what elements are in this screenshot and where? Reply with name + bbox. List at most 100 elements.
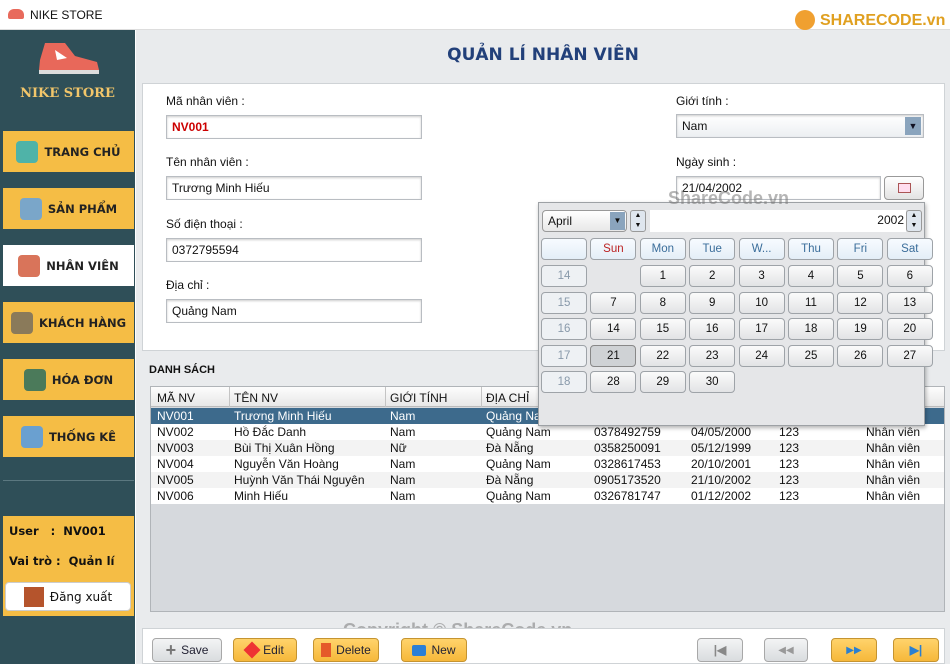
table-row[interactable]: NV005 Huỳnh Văn Thái Nguyên Nam Đà Nẵng 0905… bbox=[151, 472, 944, 488]
day-button[interactable]: 21 bbox=[590, 344, 637, 367]
save-button[interactable]: + Save bbox=[152, 638, 222, 662]
logout-label: Đăng xuất bbox=[49, 589, 113, 604]
trash-icon bbox=[321, 643, 332, 657]
chevron-down-icon: ▼ bbox=[905, 117, 921, 135]
day-button[interactable]: 17 bbox=[738, 318, 785, 340]
day-button[interactable]: 11 bbox=[788, 291, 834, 314]
calendar-button[interactable] bbox=[884, 176, 924, 200]
table-cell: 0378492759 bbox=[594, 425, 661, 439]
sidebar-item-trang-chu[interactable]: TRANG CHỦ bbox=[3, 131, 134, 172]
column-divider bbox=[481, 387, 482, 407]
day-button[interactable]: 19 bbox=[837, 318, 884, 340]
table-cell: Bùi Thị Xuân Hồng bbox=[234, 441, 335, 455]
statistics-icon bbox=[20, 425, 43, 448]
new-icon bbox=[412, 644, 427, 656]
next-record-button[interactable]: ▶▶ bbox=[831, 638, 877, 662]
day-button[interactable]: 14 bbox=[590, 318, 637, 340]
column-divider bbox=[229, 387, 230, 407]
employee-name-label: Tên nhân viên : bbox=[166, 155, 249, 169]
table-cell: Quảng Nam bbox=[486, 457, 551, 471]
staff-icon bbox=[18, 254, 41, 277]
month-spinner[interactable]: ▲ ▼ bbox=[630, 210, 646, 232]
sidebar-item-hoa-don[interactable]: HÓA ĐƠN bbox=[3, 359, 134, 400]
rewind-icon: ◀◀ bbox=[778, 644, 794, 656]
table-cell: 04/05/2000 bbox=[691, 425, 752, 439]
delete-button[interactable]: Delete bbox=[313, 638, 379, 662]
day-button[interactable]: 28 bbox=[590, 371, 637, 393]
week-number: 18 bbox=[541, 371, 587, 393]
table-cell: 123 bbox=[779, 441, 800, 455]
edit-label: Edit bbox=[263, 643, 284, 657]
table-row[interactable]: NV003 Bùi Thị Xuân Hồng Nữ Đà Nẵng 035825009… bbox=[151, 440, 944, 456]
table-cell: Nhân viên bbox=[866, 457, 921, 471]
day-button[interactable]: 2 bbox=[689, 265, 736, 287]
last-record-button[interactable]: ▶| bbox=[893, 638, 939, 662]
sidebar-item-san-pham[interactable]: SẢN PHẨM bbox=[3, 188, 134, 229]
day-button[interactable]: 22 bbox=[639, 344, 686, 367]
table-row[interactable]: NV002 Hồ Đắc Danh Nam Quảng Nam 0378492759 04… bbox=[151, 424, 944, 440]
table-cell: Nam bbox=[390, 425, 416, 439]
sidebar-item-thong-ke[interactable]: THỐNG KÊ bbox=[3, 416, 134, 457]
day-button[interactable]: 27 bbox=[886, 344, 933, 367]
logout-button[interactable]: Đăng xuất bbox=[5, 582, 131, 611]
month-select[interactable]: April ▼ bbox=[542, 210, 627, 232]
day-button[interactable]: 13 bbox=[886, 291, 933, 314]
employee-id-label: Mã nhân viên : bbox=[166, 94, 245, 108]
title-bar: NIKE STORE SHARECODE.vn bbox=[0, 0, 950, 30]
phone-field[interactable]: 0372795594 bbox=[166, 238, 422, 262]
table-row[interactable]: NV004 Nguyễn Văn Hoàng Nam Quảng Nam 0328617… bbox=[151, 456, 944, 472]
weekday-header: Sun bbox=[590, 238, 637, 260]
day-button[interactable]: 23 bbox=[689, 344, 736, 367]
day-button[interactable]: 5 bbox=[837, 265, 884, 287]
new-label: New bbox=[431, 643, 456, 657]
first-record-button[interactable]: |◀ bbox=[697, 638, 743, 662]
day-button[interactable]: 16 bbox=[689, 318, 736, 340]
table-cell: Nhân viên bbox=[866, 489, 921, 503]
table-cell: NV001 bbox=[157, 409, 194, 423]
year-spinner[interactable]: ▲ ▼ bbox=[906, 210, 922, 232]
day-button[interactable]: 20 bbox=[886, 318, 933, 340]
app-icon bbox=[8, 9, 24, 19]
column-divider bbox=[385, 387, 386, 407]
day-button[interactable]: 15 bbox=[639, 318, 686, 340]
day-button[interactable]: 4 bbox=[788, 265, 834, 287]
edit-button[interactable]: Edit bbox=[233, 638, 297, 662]
day-button[interactable]: 12 bbox=[837, 291, 884, 314]
employee-name-field[interactable]: Trương Minh Hiếu bbox=[166, 176, 422, 200]
table-row[interactable]: NV006 Minh Hiếu Nam Quảng Nam 0326781747 01/1… bbox=[151, 488, 944, 504]
year-field[interactable]: 2002 bbox=[650, 210, 906, 232]
gender-select[interactable]: Nam ▼ bbox=[676, 114, 924, 138]
day-button[interactable]: 26 bbox=[837, 344, 884, 367]
day-button[interactable]: 24 bbox=[738, 344, 785, 367]
day-button[interactable]: 18 bbox=[788, 318, 834, 340]
page-title: QUẢN LÍ NHÂN VIÊN bbox=[447, 45, 639, 65]
sidebar-item-label: TRANG CHỦ bbox=[44, 144, 121, 159]
day-button[interactable]: 6 bbox=[886, 265, 933, 287]
day-button[interactable]: 10 bbox=[738, 291, 785, 314]
table-cell: Minh Hiếu bbox=[234, 489, 289, 503]
table-cell: Nhân viên bbox=[866, 441, 921, 455]
new-button[interactable]: New bbox=[401, 638, 467, 662]
week-number: 14 bbox=[541, 265, 587, 287]
employee-id-field[interactable]: NV001 bbox=[166, 115, 422, 139]
day-button[interactable]: 1 bbox=[639, 265, 686, 287]
day-button[interactable]: 30 bbox=[689, 371, 736, 393]
sidebar-item-nhan-vien[interactable]: NHÂN VIÊN bbox=[3, 245, 134, 286]
table-cell: 123 bbox=[779, 425, 800, 439]
day-button[interactable]: 3 bbox=[738, 265, 785, 287]
day-button[interactable]: 29 bbox=[639, 371, 686, 393]
sidebar-item-label: KHÁCH HÀNG bbox=[38, 315, 127, 330]
day-button[interactable]: 7 bbox=[590, 291, 637, 314]
address-field[interactable]: Quảng Nam bbox=[166, 299, 422, 323]
sidebar-item-khach-hang[interactable]: KHÁCH HÀNG bbox=[3, 302, 134, 343]
day-button[interactable]: 25 bbox=[788, 344, 834, 367]
plus-icon: + bbox=[165, 639, 177, 660]
calendar-icon bbox=[898, 183, 911, 193]
table-cell: NV002 bbox=[157, 425, 194, 439]
previous-record-button[interactable]: ◀◀ bbox=[764, 638, 808, 662]
day-button[interactable]: 9 bbox=[689, 291, 736, 314]
week-number: 16 bbox=[541, 318, 587, 340]
door-exit-icon bbox=[23, 586, 44, 607]
table-cell: 21/10/2002 bbox=[691, 473, 752, 487]
day-button[interactable]: 8 bbox=[639, 291, 686, 314]
